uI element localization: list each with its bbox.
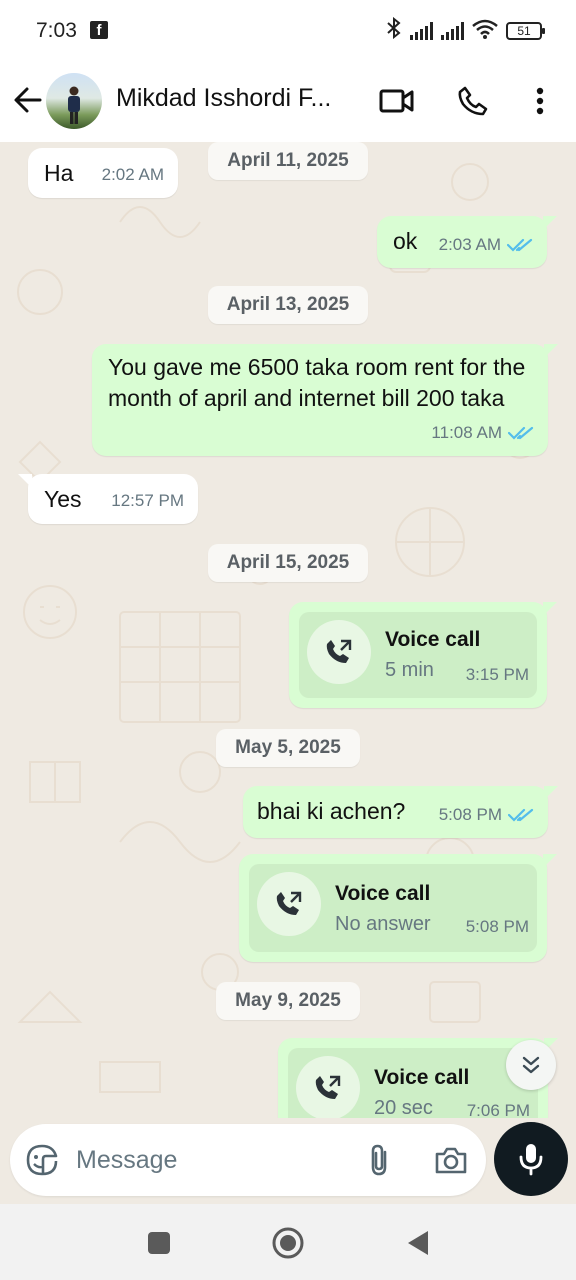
date-separator: May 9, 2025 — [216, 982, 360, 1020]
call-bubble[interactable]: Voice call 20 sec 7:06 PM — [278, 1038, 558, 1118]
call-title: Voice call — [374, 1066, 470, 1089]
phone-icon[interactable] — [454, 82, 492, 120]
status-icons: 51 — [386, 16, 545, 45]
call-duration: 5 min — [385, 659, 434, 681]
message-time: 3:15 PM — [465, 665, 529, 684]
more-vert-icon[interactable] — [521, 82, 559, 120]
circle-icon — [272, 1227, 304, 1259]
home-button[interactable] — [271, 1226, 305, 1260]
call-title: Voice call — [385, 628, 481, 651]
signal-icon-2 — [441, 22, 464, 40]
message-meta: 5:08 PM — [439, 799, 534, 830]
date-separator: May 5, 2025 — [216, 729, 360, 767]
message-time: 2:02 AM — [101, 165, 164, 184]
date-separator: April 11, 2025 — [208, 142, 368, 180]
outgoing-call-icon — [296, 1056, 360, 1118]
battery-icon: 51 — [506, 22, 545, 40]
call-bubble[interactable]: Voice call 5 min 3:15 PM — [289, 602, 557, 708]
call-title: Voice call — [335, 882, 431, 905]
system-nav-bar — [0, 1204, 576, 1280]
mic-button[interactable] — [494, 1122, 568, 1196]
message-time: 2:03 AM — [438, 235, 501, 254]
mic-icon — [519, 1144, 543, 1176]
double-chevron-down-icon — [522, 1056, 540, 1074]
message-text: ok — [393, 228, 418, 254]
wifi-icon — [472, 19, 498, 44]
call-duration: 20 sec — [374, 1097, 433, 1118]
message-time: 11:08 AM — [431, 423, 502, 442]
read-ticks-icon — [508, 808, 534, 822]
back-arrow-icon[interactable] — [12, 82, 44, 118]
avatar[interactable] — [46, 73, 102, 129]
message-text: You gave me 6500 taka room rent for the … — [108, 354, 526, 411]
read-ticks-icon — [508, 426, 534, 440]
status-time: 7:03 — [36, 19, 77, 42]
attach-icon[interactable] — [362, 1142, 396, 1178]
recents-button[interactable] — [142, 1226, 176, 1260]
message-time: 7:06 PM — [466, 1101, 530, 1118]
date-separator: April 15, 2025 — [208, 544, 368, 582]
message-input[interactable] — [76, 1142, 336, 1178]
chat-header: Mikdad Isshordi F... — [0, 60, 576, 142]
chat-area[interactable]: Ha 2:02 AM April 11, 2025 ok 2:03 AM Apr… — [0, 142, 576, 1118]
message-bubble-incoming[interactable]: Ha 2:02 AM — [28, 148, 178, 198]
status-bar: 7:03 f 51 — [0, 0, 576, 60]
message-time: 5:08 PM — [465, 917, 529, 936]
triangle-back-icon — [408, 1231, 428, 1255]
message-time: 12:57 PM — [111, 491, 184, 510]
square-icon — [148, 1232, 170, 1254]
scroll-to-bottom-button[interactable] — [506, 1040, 556, 1090]
video-call-icon[interactable] — [378, 82, 416, 120]
camera-icon[interactable] — [432, 1142, 470, 1178]
message-meta: 11:08 AM — [431, 417, 534, 448]
contact-name[interactable]: Mikdad Isshordi F... — [116, 84, 331, 113]
message-text: Yes — [44, 486, 82, 512]
message-text: bhai ki achen? — [257, 798, 406, 824]
sticker-icon[interactable] — [24, 1142, 60, 1178]
message-bubble-outgoing[interactable]: bhai ki achen? 5:08 PM — [243, 786, 558, 838]
message-bubble-outgoing[interactable]: You gave me 6500 taka room rent for the … — [92, 344, 558, 456]
outgoing-call-icon — [257, 872, 321, 936]
message-bubble-outgoing[interactable]: ok 2:03 AM — [377, 216, 557, 268]
facebook-notification-icon: f — [90, 21, 108, 39]
call-bubble[interactable]: Voice call No answer 5:08 PM — [239, 854, 557, 962]
signal-icon — [410, 22, 433, 40]
bluetooth-icon — [386, 16, 402, 45]
message-text: Ha — [44, 160, 74, 186]
read-ticks-icon — [507, 238, 533, 252]
message-meta: 2:03 AM — [439, 229, 533, 260]
call-status: No answer — [335, 913, 431, 935]
message-field-container — [10, 1124, 486, 1196]
compose-bar — [0, 1118, 576, 1204]
back-button[interactable] — [400, 1226, 434, 1260]
message-time: 5:08 PM — [438, 805, 502, 824]
message-bubble-incoming[interactable]: Yes 12:57 PM — [18, 474, 198, 524]
outgoing-call-icon — [307, 620, 371, 684]
date-separator: April 13, 2025 — [208, 286, 368, 324]
